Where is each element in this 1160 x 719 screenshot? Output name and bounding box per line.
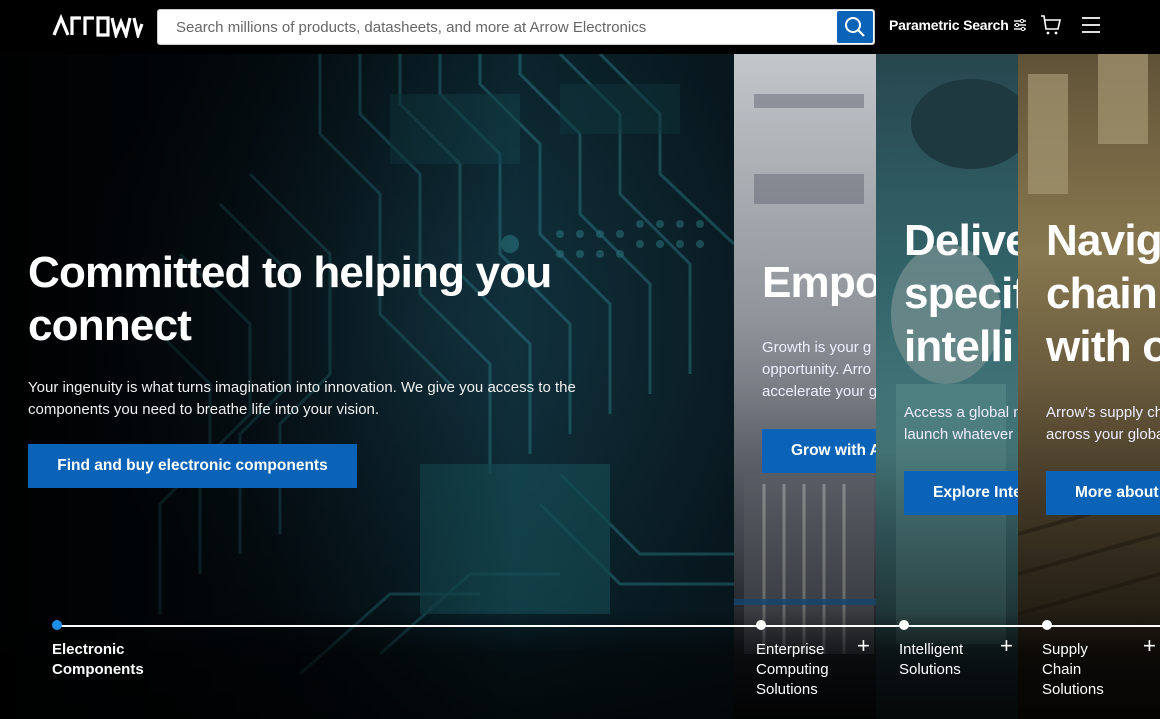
nav-item-label: Solutions — [899, 661, 961, 678]
find-components-button[interactable]: Find and buy electronic components — [28, 444, 357, 488]
hero-title: Committed to helping you connect — [28, 248, 552, 350]
nav-item-label: Computing — [756, 661, 829, 678]
filter-icon — [1013, 19, 1026, 31]
panel-title-line: Delive — [904, 216, 1018, 265]
cart-icon[interactable] — [1040, 14, 1062, 36]
panel-description-line: accelerate your g — [762, 383, 876, 400]
panel-description-line: Access a global n — [904, 404, 1018, 421]
panel-description-line: opportunity. Arro — [762, 361, 871, 378]
hero-description: Your ingenuity is what turns imagination… — [28, 379, 576, 418]
nav-item-enterprise-computing[interactable]: Enterprise Computing Solutions — [756, 640, 829, 700]
menu-icon[interactable] — [1081, 15, 1101, 35]
nav-item-label: Chain — [1042, 661, 1082, 678]
nav-item-label: Electronic — [52, 641, 125, 658]
panel-title-line: chain — [1046, 269, 1158, 318]
parametric-search-link[interactable]: Parametric Search — [889, 17, 1027, 33]
carousel-dot-electronic-components[interactable] — [52, 620, 62, 630]
expand-supply-chain-icon[interactable]: + — [1143, 635, 1156, 657]
panel-title-line: specif — [904, 269, 1018, 318]
nav-item-label: Enterprise — [756, 641, 825, 658]
explore-intelligent-button[interactable]: Explore Inte — [904, 471, 1018, 515]
carousel-dot-enterprise-computing[interactable] — [756, 620, 766, 630]
carousel-progress-line — [56, 625, 1160, 627]
panel-title-line: Navig — [1046, 216, 1160, 265]
panel-description: Access a global n launch whatever — [904, 402, 1018, 446]
nav-item-label: Supply — [1042, 641, 1088, 658]
search-button[interactable] — [837, 11, 873, 43]
parametric-search-label: Parametric Search — [889, 17, 1009, 33]
panel-description-line: Arrow's supply ch — [1046, 404, 1160, 421]
panel-title-line: intelli — [904, 322, 1014, 371]
panel-title-line: with o — [1046, 322, 1160, 371]
panel-title: Navig chain with o — [1046, 214, 1160, 373]
nav-item-supply-chain[interactable]: Supply Chain Solutions — [1042, 640, 1104, 700]
panel-description-line: Growth is your g — [762, 339, 872, 356]
nav-item-intelligent-solutions[interactable]: Intelligent Solutions — [899, 640, 963, 680]
search-bar — [157, 9, 875, 45]
expand-intelligent-icon[interactable]: + — [1000, 635, 1013, 657]
site-header: Parametric Search — [0, 0, 1160, 54]
panel-title: Empo — [762, 258, 876, 307]
nav-item-electronic-components[interactable]: Electronic Components — [52, 640, 144, 680]
more-about-supply-chain-button[interactable]: More about — [1046, 471, 1160, 515]
panel-description: Growth is your g opportunity. Arro accel… — [762, 337, 876, 403]
panel-title: Delive specif intelli — [904, 214, 1018, 373]
carousel-nav: Electronic Components Enterprise Computi… — [0, 610, 1160, 719]
panel-description-line: across your globa — [1046, 426, 1160, 443]
panel-description: Arrow's supply ch across your globa — [1046, 402, 1160, 446]
carousel-dot-intelligent-solutions[interactable] — [899, 620, 909, 630]
nav-item-label: Solutions — [1042, 681, 1104, 698]
nav-item-label: Components — [52, 661, 144, 678]
nav-item-label: Intelligent — [899, 641, 964, 658]
search-input[interactable] — [158, 10, 838, 44]
arrow-logo[interactable] — [52, 14, 146, 38]
search-icon — [845, 17, 865, 37]
panel-description-line: launch whatever — [904, 426, 1014, 443]
expand-enterprise-icon[interactable]: + — [857, 635, 870, 657]
carousel-dot-supply-chain[interactable] — [1042, 620, 1052, 630]
nav-item-label: Solutions — [756, 681, 818, 698]
grow-with-arrow-button[interactable]: Grow with A — [762, 429, 876, 473]
